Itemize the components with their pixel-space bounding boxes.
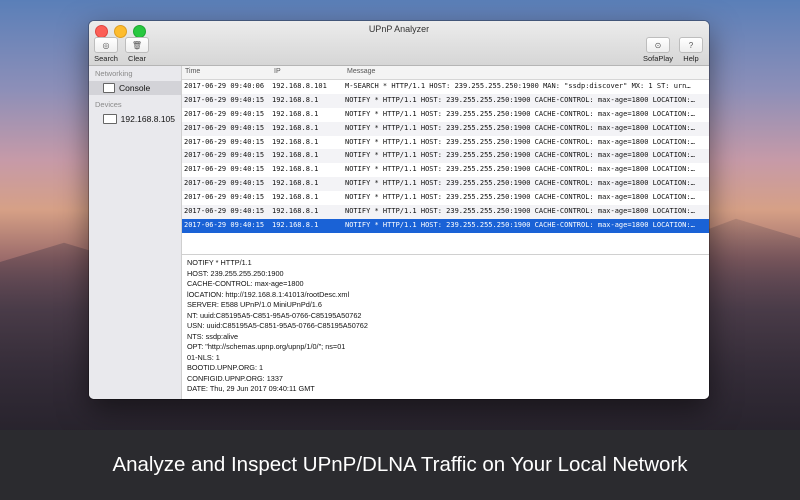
column-header-message[interactable]: Message <box>347 68 375 75</box>
table-header: Time IP Message <box>182 66 709 80</box>
cell-ip: 192.168.8.1 <box>272 179 319 188</box>
cell-ip: 192.168.8.1 <box>272 165 319 174</box>
cell-time: 2017-06-29 09:40:15 <box>184 95 265 104</box>
table-row[interactable]: 2017-06-29 09:40:15 192.168.8.1 NOTIFY * H… <box>182 163 709 177</box>
detail-line: USN: uuid:C85195A5-C851-95A5-0766-C85195… <box>187 321 368 330</box>
cell-time: 2017-06-29 09:40:15 <box>184 179 265 188</box>
sidebar-item-label: 192.168.8.105 <box>120 114 175 124</box>
detail-line: CACHE-CONTROL: max-age=1800 <box>187 279 304 288</box>
cell-time: 2017-06-29 09:40:15 <box>184 123 265 132</box>
play-icon: ⊙ <box>646 37 671 53</box>
cell-message: NOTIFY * HTTP/1.1 HOST: 239.255.255.250:… <box>345 95 695 104</box>
detail-line: NOTIFY * HTTP/1.1 <box>187 258 252 267</box>
sidebar-item-label: Console <box>119 83 151 93</box>
clear-button[interactable]: 🗑 Clear <box>125 37 149 63</box>
sidebar-header-networking: Networking <box>95 69 133 78</box>
column-header-time[interactable]: Time <box>185 68 200 75</box>
sofaplay-button[interactable]: ⊙ SofaPlay <box>643 37 673 63</box>
title-bar: UPnP Analyzer ◎ Search 🗑 Clear ⊙ SofaPla… <box>89 21 709 66</box>
sofaplay-button-label: SofaPlay <box>643 54 674 63</box>
help-button[interactable]: ? Help <box>679 37 703 63</box>
cell-message: NOTIFY * HTTP/1.1 HOST: 239.255.255.250:… <box>345 207 695 216</box>
sidebar-header-devices: Devices <box>95 100 122 109</box>
detail-line: OPT: "http://schemas.upnp.org/upnp/1/0/"… <box>187 342 346 351</box>
cell-time: 2017-06-29 09:40:15 <box>184 137 265 146</box>
cell-ip: 192.168.8.1 <box>272 109 319 118</box>
console-icon <box>103 83 115 93</box>
message-table: 2017-06-29 09:40:06 192.168.8.101 M-SEARCH… <box>182 80 709 233</box>
cell-time: 2017-06-29 09:40:15 <box>184 207 265 216</box>
app-window: UPnP Analyzer ◎ Search 🗑 Clear ⊙ SofaPla… <box>89 21 709 399</box>
detail-line: HOST: 239.255.255.250:1900 <box>187 268 284 278</box>
detail-line: 01-NLS: 1 <box>187 352 220 362</box>
cell-ip: 192.168.8.1 <box>272 123 319 132</box>
cell-time: 2017-06-29 09:40:15 <box>184 109 265 118</box>
detail-line: SERVER: E588 UPnP/1.0 MiniUPnPd/1.6 <box>187 300 322 309</box>
cell-ip: 192.168.8.1 <box>272 151 319 160</box>
detail-line: NTS: ssdp:alive <box>187 331 239 341</box>
cell-ip: 192.168.8.1 <box>272 207 319 216</box>
cell-message: M-SEARCH * HTTP/1.1 HOST: 239.255.255.25… <box>345 82 691 90</box>
cell-ip: 192.168.8.1 <box>272 220 319 229</box>
table-row[interactable]: 2017-06-29 09:40:15 192.168.8.1 NOTIFY * H… <box>182 121 709 136</box>
cell-message: NOTIFY * HTTP/1.1 HOST: 239.255.255.250:… <box>345 151 695 160</box>
trash-icon: 🗑 <box>125 37 149 53</box>
help-icon: ? <box>679 37 703 53</box>
sidebar-item-console[interactable]: Console <box>89 81 181 95</box>
detail-line: CONFIGID.UPNP.ORG: 1337 <box>187 373 283 383</box>
detail-line: NT: uuid:C85195A5-C851-95A5-0766-C85195A… <box>187 310 362 320</box>
cell-time: 2017-06-29 09:40:15 <box>184 220 265 229</box>
detail-line: lOCATION: http://192.168.8.1:41013/rootD… <box>187 289 350 299</box>
cell-message: NOTIFY * HTTP/1.1 HOST: 239.255.255.250:… <box>345 179 695 188</box>
cell-time: 2017-06-29 09:40:15 <box>184 151 265 160</box>
cell-ip: 192.168.8.1 <box>272 137 319 146</box>
cell-message: NOTIFY * HTTP/1.1 HOST: 239.255.255.250:… <box>345 123 695 132</box>
cell-time: 2017-06-29 09:40:15 <box>184 193 265 202</box>
promo-caption: Analyze and Inspect UPnP/DLNA Traffic on… <box>0 430 800 500</box>
table-row[interactable]: 2017-06-29 09:40:15 192.168.8.1 NOTIFY * H… <box>182 136 709 150</box>
table-row[interactable]: 2017-06-29 09:40:06 192.168.8.101 M-SEARCH… <box>182 80 709 94</box>
cell-message: NOTIFY * HTTP/1.1 HOST: 239.255.255.250:… <box>345 165 695 174</box>
cell-time: 2017-06-29 09:40:15 <box>184 165 265 174</box>
sidebar-item-device[interactable]: 192.168.8.105 <box>89 112 181 126</box>
window-title: UPnP Analyzer <box>368 24 430 34</box>
cell-message: NOTIFY * HTTP/1.1 HOST: 239.255.255.250:… <box>345 109 695 118</box>
table-row[interactable]: 2017-06-29 09:40:15 192.168.8.1 NOTIFY * H… <box>182 108 709 122</box>
cell-ip: 192.168.8.101 <box>272 82 327 90</box>
cell-message: NOTIFY * HTTP/1.1 HOST: 239.255.255.250:… <box>345 137 695 146</box>
computer-icon <box>103 114 117 124</box>
detail-line: BOOTID.UPNP.ORG: 1 <box>187 363 264 372</box>
main-pane: Time IP Message 2017-06-29 09:40:06 192.1… <box>182 66 709 399</box>
table-row[interactable]: 2017-06-29 09:40:15 192.168.8.1 NOTIFY * H… <box>182 177 709 192</box>
table-row[interactable]: 2017-06-29 09:40:15 192.168.8.1 NOTIFY * H… <box>182 93 709 108</box>
help-button-label: Help <box>683 54 699 63</box>
table-row[interactable]: 2017-06-29 09:40:15 192.168.8.1 NOTIFY * H… <box>182 149 709 164</box>
sidebar: Networking Console Devices 192.168.8.105 <box>89 66 182 399</box>
cell-time: 2017-06-29 09:40:06 <box>184 82 265 90</box>
clear-button-label: Clear <box>128 54 146 63</box>
search-button[interactable]: ◎ Search <box>94 37 118 63</box>
cell-message: NOTIFY * HTTP/1.1 HOST: 239.255.255.250:… <box>345 220 695 229</box>
cell-ip: 192.168.8.1 <box>272 95 319 104</box>
detail-line: DATE: Thu, 29 Jun 2017 09:40:11 GMT <box>187 384 315 393</box>
table-row[interactable]: 2017-06-29 09:40:15 192.168.8.1 NOTIFY * H… <box>182 218 709 233</box>
table-row[interactable]: 2017-06-29 09:40:15 192.168.8.1 NOTIFY * H… <box>182 191 709 205</box>
search-button-label: Search <box>94 54 118 63</box>
table-row[interactable]: 2017-06-29 09:40:15 192.168.8.1 NOTIFY * H… <box>182 205 709 219</box>
cell-ip: 192.168.8.1 <box>272 193 319 202</box>
cell-message: NOTIFY * HTTP/1.1 HOST: 239.255.255.250:… <box>345 193 695 202</box>
search-icon: ◎ <box>94 37 118 53</box>
column-header-ip[interactable]: IP <box>274 68 281 75</box>
message-detail-pane: NOTIFY * HTTP/1.1 HOST: 239.255.255.250:1… <box>182 254 709 399</box>
